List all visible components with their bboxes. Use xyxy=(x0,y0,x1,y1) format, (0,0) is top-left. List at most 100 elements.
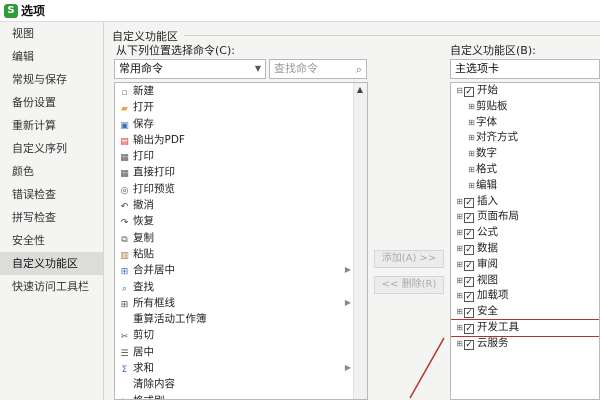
ribbon-tab-item[interactable]: ⊞ ✓ 开发工具 xyxy=(451,318,599,337)
ribbon-tab-item[interactable]: ⊟ ✓ 开始 xyxy=(451,83,599,99)
expand-icon[interactable]: ⊞ xyxy=(455,209,464,225)
tab-label: 数据 xyxy=(477,241,498,254)
ribbon-group-item[interactable]: ⊞对齐方式 xyxy=(451,130,599,146)
expand-icon[interactable]: ⊞ xyxy=(455,320,464,336)
command-label: 复制 xyxy=(133,231,154,244)
expand-icon[interactable]: ⊞ xyxy=(467,99,476,115)
remove-button[interactable]: << 删除(R) xyxy=(374,276,444,294)
expand-icon[interactable]: ⊞ xyxy=(467,130,476,146)
expand-icon[interactable]: ⊞ xyxy=(455,257,464,273)
command-item[interactable]: ⊞ 所有框线 ▶ xyxy=(115,295,367,311)
ribbon-group-item[interactable]: ⊞数字 xyxy=(451,146,599,162)
command-item[interactable]: ⊞ 合并居中 ▶ xyxy=(115,262,367,278)
expand-icon[interactable]: ⊞ xyxy=(455,288,464,304)
undo-icon: ↶ xyxy=(120,202,129,213)
sidebar-item[interactable]: 自定义序列 xyxy=(0,137,103,160)
expand-icon[interactable]: ⊞ xyxy=(467,115,476,131)
expand-icon[interactable]: ⊞ xyxy=(467,178,476,194)
command-item[interactable]: ▫ 新建 xyxy=(115,83,367,99)
collapse-icon[interactable]: ⊟ xyxy=(455,83,464,99)
ribbon-tab-item[interactable]: ⊞ ✓ 数据 xyxy=(451,241,599,257)
command-item[interactable]: ✂ 剪切 xyxy=(115,327,367,343)
ribbon-tab-item[interactable]: ⊞ ✓ 公式 xyxy=(451,225,599,241)
commands-list[interactable]: ▫ 新建 ▰ 打开 ▣ 保存 ▤ 输出为PDF ▦ 打印 ▦ 直接打印 ◎ 打印预览 ↶ 撤消 ↷ 恢复 ⧉ 复制 ▥ 粘… xyxy=(114,82,368,400)
ribbon-tab-item[interactable]: ⊞ ✓ 视图 xyxy=(451,273,599,289)
expand-icon[interactable]: ⊞ xyxy=(455,225,464,241)
tab-checkbox[interactable]: ✓ xyxy=(464,244,474,255)
expand-icon[interactable]: ⊞ xyxy=(455,194,464,210)
tab-checkbox[interactable]: ✓ xyxy=(464,229,474,240)
ribbon-tab-item[interactable]: ⊞ ✓ 加载项 xyxy=(451,288,599,304)
tab-checkbox[interactable]: ✓ xyxy=(464,260,474,271)
tab-checkbox[interactable]: ✓ xyxy=(464,323,474,334)
save-icon: ▣ xyxy=(120,120,129,131)
tab-label: 加载项 xyxy=(477,289,509,302)
expand-icon[interactable]: ⊞ xyxy=(467,146,476,162)
sidebar-item[interactable]: 快速访问工具栏 xyxy=(0,275,103,298)
expand-icon[interactable]: ⊞ xyxy=(455,336,464,352)
command-source-select[interactable]: 常用命令 ▼ xyxy=(114,59,266,79)
sidebar-item[interactable]: 视图 xyxy=(0,22,103,45)
choose-commands-label: 从下列位置选择命令(C): xyxy=(116,44,235,57)
sidebar-item[interactable]: 拼写检查 xyxy=(0,206,103,229)
customize-ribbon-label: 自定义功能区(B): xyxy=(450,44,536,57)
command-item[interactable]: ✎格式刷 xyxy=(115,393,367,399)
command-item[interactable]: ▦ 打印 xyxy=(115,148,367,164)
tab-checkbox[interactable]: ✓ xyxy=(464,308,474,319)
search-placeholder: 查找命令 xyxy=(274,62,318,75)
command-item[interactable]: ▤ 输出为PDF xyxy=(115,132,367,148)
command-item[interactable]: ⧉ 复制 xyxy=(115,230,367,246)
tab-checkbox[interactable]: ✓ xyxy=(464,339,474,350)
tab-checkbox[interactable]: ✓ xyxy=(464,292,474,303)
command-item[interactable]: ▣ 保存 xyxy=(115,116,367,132)
command-item[interactable]: ↶ 撤消 xyxy=(115,197,367,213)
ribbon-tab-item[interactable]: ⊞ ✓ 页面布局 xyxy=(451,209,599,225)
ribbon-group-item[interactable]: ⊞编辑 xyxy=(451,178,599,194)
command-item[interactable]: ▰ 打开 xyxy=(115,99,367,115)
command-label: 剪切 xyxy=(133,329,154,342)
ribbon-tab-item[interactable]: ⊞ ✓ 安全 xyxy=(451,304,599,320)
sidebar-item[interactable]: 备份设置 xyxy=(0,91,103,114)
sidebar-item[interactable]: 颜色 xyxy=(0,160,103,183)
command-item[interactable]: ▥ 粘贴 xyxy=(115,246,367,262)
tab-checkbox[interactable]: ✓ xyxy=(464,213,474,224)
expand-icon[interactable]: ⊞ xyxy=(455,304,464,320)
sidebar-item[interactable]: 常规与保存 xyxy=(0,68,103,91)
tab-label: 视图 xyxy=(477,273,498,286)
tab-checkbox[interactable]: ✓ xyxy=(464,87,474,97)
ribbon-tabs-select[interactable]: 主选项卡 xyxy=(450,59,600,79)
command-search-input[interactable]: 查找命令 ⌕ xyxy=(269,59,367,79)
sidebar-item[interactable]: 安全性 xyxy=(0,229,103,252)
title-bar: S 选项 xyxy=(0,0,600,22)
copy-icon: ⧉ xyxy=(121,234,128,245)
ribbon-group-item[interactable]: ⊞剪贴板 xyxy=(451,99,599,115)
command-item[interactable]: ☰ 居中 xyxy=(115,344,367,360)
commands-scrollbar[interactable]: ▲ xyxy=(353,83,367,399)
expand-icon[interactable]: ⊞ xyxy=(455,273,464,289)
sidebar-item[interactable]: 重新计算 xyxy=(0,114,103,137)
add-button[interactable]: 添加(A) >> xyxy=(374,250,444,268)
command-item[interactable]: 清除内容 xyxy=(115,376,367,392)
ribbon-tab-item[interactable]: ⊞ ✓ 插入 xyxy=(451,194,599,210)
command-item[interactable]: ◎ 打印预览 xyxy=(115,181,367,197)
expand-icon[interactable]: ⊞ xyxy=(467,162,476,178)
ribbon-tab-item[interactable]: ⊞ ✓ 审阅 xyxy=(451,257,599,273)
command-item[interactable]: 重算活动工作簿 xyxy=(115,311,367,327)
command-item[interactable]: ↷ 恢复 xyxy=(115,213,367,229)
ribbon-tab-item[interactable]: ⊞ ✓ 云服务 xyxy=(451,336,599,352)
tab-checkbox[interactable]: ✓ xyxy=(464,276,474,287)
tab-label: 字体 xyxy=(476,115,497,128)
scroll-up-icon[interactable]: ▲ xyxy=(353,83,367,97)
sidebar-item[interactable]: 编辑 xyxy=(0,45,103,68)
ribbon-group-item[interactable]: ⊞格式 xyxy=(451,162,599,178)
command-item[interactable]: ▦ 直接打印 xyxy=(115,164,367,180)
command-item[interactable]: ⌕ 查找 xyxy=(115,279,367,295)
ribbon-group-item[interactable]: ⊞字体 xyxy=(451,115,599,131)
ribbon-tabs-tree[interactable]: ⊟ ✓ 开始 ⊞剪贴板 ⊞字体 ⊞对齐方式 ⊞数字 ⊞格式 ⊞编辑 ⊞ ✓ 插入 ⊞ ✓ 页面布局 ⊞ ✓ 公式 ⊞… xyxy=(450,82,600,400)
command-item[interactable]: Σ 求和 ▶ xyxy=(115,360,367,376)
sidebar-item[interactable]: 错误检查 xyxy=(0,183,103,206)
sidebar-item[interactable]: 自定义功能区 xyxy=(0,252,103,275)
command-label: 居中 xyxy=(133,345,154,358)
expand-icon[interactable]: ⊞ xyxy=(455,241,464,257)
tab-checkbox[interactable]: ✓ xyxy=(464,197,474,208)
